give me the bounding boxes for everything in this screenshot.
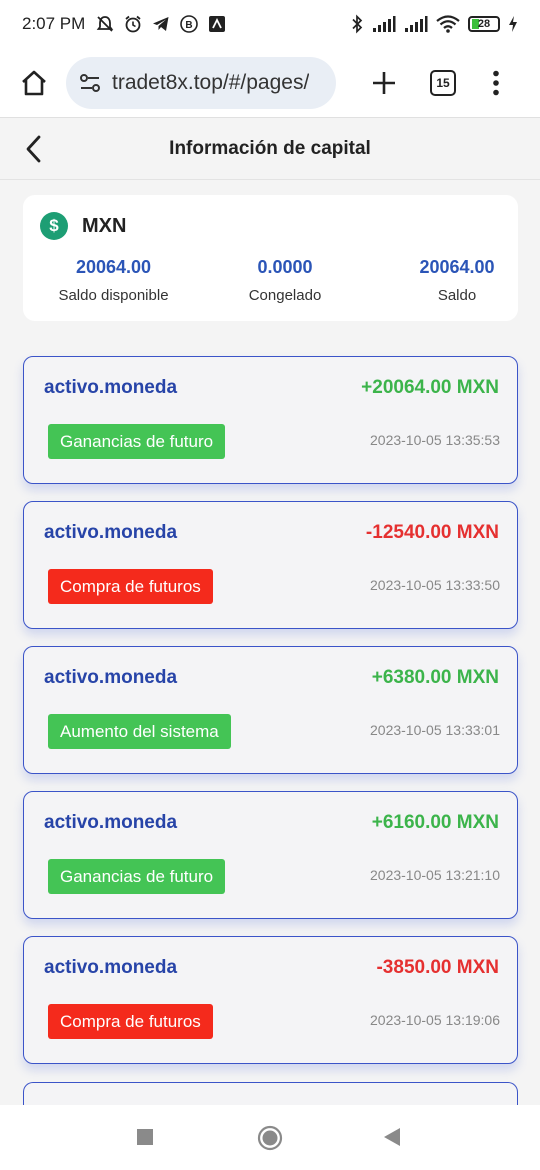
site-settings-icon[interactable] bbox=[78, 71, 102, 95]
plus-icon bbox=[373, 71, 395, 94]
home-icon bbox=[22, 70, 46, 95]
status-right: 28 bbox=[350, 14, 518, 34]
available-label: Saldo disponible bbox=[58, 287, 169, 304]
frozen-label: Congelado bbox=[248, 287, 322, 304]
available-balance: 20064.00 Saldo disponible bbox=[40, 257, 187, 304]
transaction-time: 2023-10-05 13:33:01 bbox=[370, 722, 500, 738]
transaction-time: 2023-10-05 13:35:53 bbox=[370, 432, 500, 448]
transaction-amount: -12540.00 MXN bbox=[365, 522, 499, 543]
transaction-amount: -3850.00 MXN bbox=[376, 957, 499, 978]
transaction-card[interactable]: activo.moneda +20064.00 MXN Ganancias de… bbox=[23, 356, 518, 484]
home-circle-icon bbox=[257, 1125, 283, 1151]
page-title: Información de capital bbox=[169, 137, 371, 159]
app-icon bbox=[207, 14, 227, 34]
charging-icon bbox=[508, 15, 518, 33]
home-nav-button[interactable] bbox=[257, 1125, 283, 1151]
status-bar: 2:07 PM B 28 bbox=[0, 0, 540, 48]
transaction-card[interactable]: activo.moneda -3850.00 MXN Compra de fut… bbox=[23, 936, 518, 1064]
home-button[interactable] bbox=[14, 63, 54, 103]
transaction-time: 2023-10-05 13:33:50 bbox=[370, 577, 500, 593]
balance-card: $ MXN 20064.00 Saldo disponible 0.0000 C… bbox=[23, 195, 518, 321]
frozen-value: 0.0000 bbox=[257, 257, 313, 277]
transaction-asset: activo.moneda bbox=[44, 957, 178, 978]
transaction-card[interactable]: activo.moneda -12540.00 MXN Compra de fu… bbox=[23, 501, 518, 629]
wifi-icon bbox=[436, 14, 460, 34]
transaction-card[interactable]: activo.moneda +6160.00 MXN Ganancias de … bbox=[23, 791, 518, 919]
transaction-time: 2023-10-05 13:21:10 bbox=[370, 867, 500, 883]
transaction-type-badge: Compra de futuros bbox=[48, 569, 213, 604]
transaction-amount: +20064.00 MXN bbox=[361, 377, 499, 398]
recents-button[interactable] bbox=[136, 1128, 154, 1146]
frozen-balance: 0.0000 Congelado bbox=[220, 257, 350, 304]
back-button[interactable] bbox=[18, 132, 48, 166]
transaction-amount: +6380.00 MXN bbox=[371, 667, 499, 688]
status-time: 2:07 PM bbox=[22, 14, 86, 33]
recents-icon bbox=[137, 1129, 153, 1145]
system-nav-bar bbox=[0, 1105, 540, 1170]
telegram-icon bbox=[151, 14, 171, 34]
transaction-type-badge: Ganancias de futuro bbox=[48, 859, 226, 894]
transaction-asset: activo.moneda bbox=[44, 522, 178, 543]
back-nav-button[interactable] bbox=[383, 1127, 401, 1147]
address-bar[interactable]: tradet8x.top/#/pages/ bbox=[66, 56, 336, 109]
signal-icon bbox=[404, 15, 428, 33]
chevron-left-icon bbox=[26, 135, 41, 163]
transaction-type-badge: Compra de futuros bbox=[48, 1004, 213, 1039]
transaction-type-badge: Aumento del sistema bbox=[48, 714, 231, 749]
currency-name: MXN bbox=[82, 214, 127, 237]
status-left: 2:07 PM B bbox=[22, 14, 227, 34]
battery-level: 28 bbox=[477, 18, 491, 30]
signal-icon bbox=[372, 15, 396, 33]
alarm-icon bbox=[123, 14, 143, 34]
transaction-time: 2023-10-05 13:19:06 bbox=[370, 1012, 500, 1028]
transaction-type-badge: Ganancias de futuro bbox=[48, 424, 226, 459]
more-vert-icon[interactable] bbox=[486, 65, 506, 101]
svg-text:B: B bbox=[186, 20, 193, 31]
dollar-icon: $ bbox=[40, 212, 68, 240]
new-tab-button[interactable] bbox=[366, 65, 402, 101]
transaction-asset: activo.moneda bbox=[44, 667, 178, 688]
battery-icon: 28 bbox=[468, 16, 500, 32]
transaction-amount: +6160.00 MXN bbox=[371, 812, 499, 833]
back-triangle-icon bbox=[384, 1128, 400, 1146]
total-value: 20064.00 bbox=[419, 257, 495, 277]
available-value: 20064.00 bbox=[75, 257, 152, 277]
transaction-card[interactable]: activo.moneda +6380.00 MXN Aumento del s… bbox=[23, 646, 518, 774]
b-app-icon: B bbox=[179, 14, 199, 34]
muted-notifications-icon bbox=[95, 14, 115, 34]
transaction-asset: activo.moneda bbox=[44, 812, 178, 833]
browser-toolbar: tradet8x.top/#/pages/ 15 bbox=[0, 48, 540, 118]
tab-count: 15 bbox=[436, 75, 450, 90]
bluetooth-icon bbox=[350, 14, 364, 34]
currency-row: $ MXN bbox=[40, 212, 126, 240]
total-balance: 20064.00 Saldo bbox=[407, 257, 507, 304]
tabs-icon[interactable]: 15 bbox=[430, 69, 456, 96]
page-header: Información de capital bbox=[0, 118, 540, 180]
total-label: Saldo bbox=[437, 287, 477, 304]
url-text: tradet8x.top/#/pages/ bbox=[112, 70, 310, 94]
transaction-asset: activo.moneda bbox=[44, 377, 178, 398]
